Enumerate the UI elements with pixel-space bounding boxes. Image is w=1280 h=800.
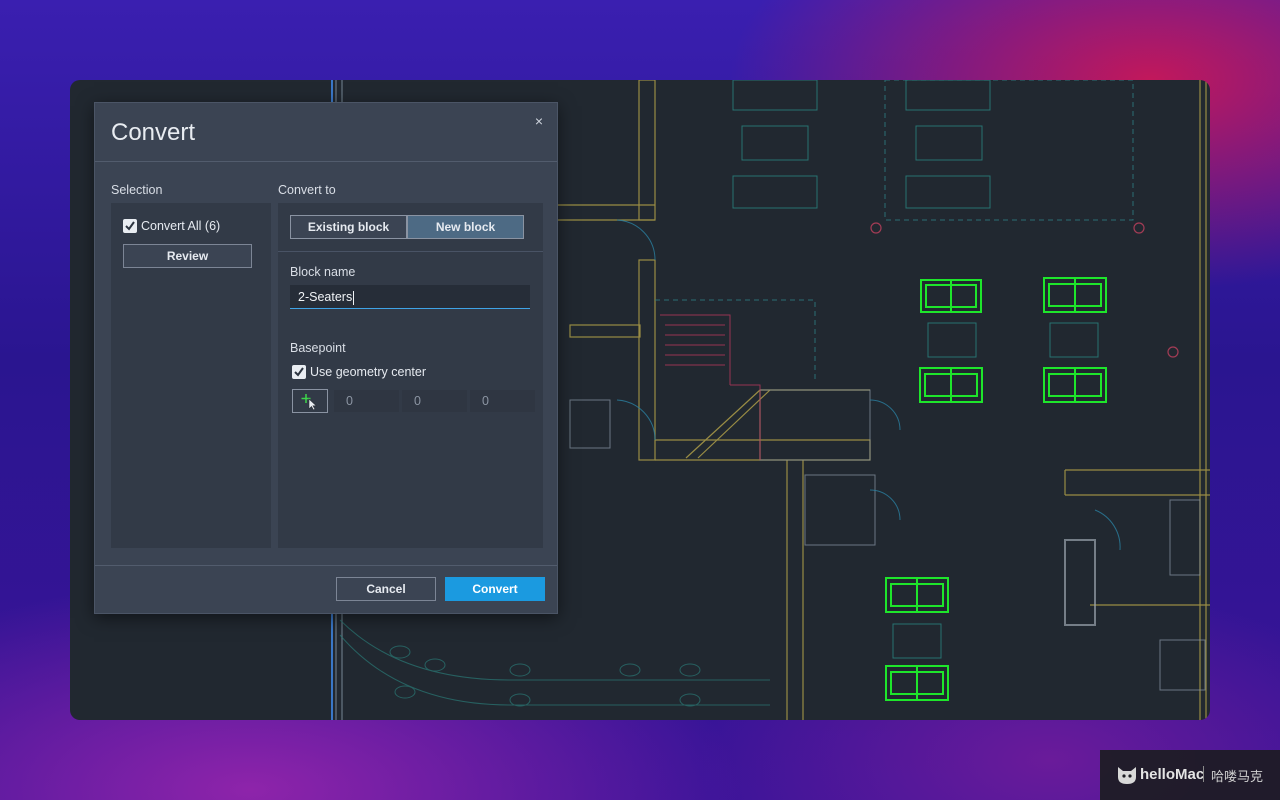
pick-point-icon [301, 394, 318, 411]
tab-new-block[interactable]: New block [407, 215, 524, 239]
convert-to-label: Convert to [278, 183, 336, 197]
convert-all-label: Convert All (6) [141, 218, 221, 233]
dialog-title: Convert [111, 119, 196, 146]
use-geometry-center-row[interactable]: Use geometry center [292, 363, 426, 381]
title-divider [95, 161, 557, 162]
block-name-value: 2-Seaters [298, 290, 353, 304]
pick-point-button[interactable] [292, 389, 328, 413]
basepoint-y-field[interactable]: 0 [402, 390, 467, 412]
watermark-chinese: 哈喽马克 [1211, 769, 1264, 784]
cancel-button[interactable]: Cancel [336, 577, 436, 601]
convert-dialog: Convert × Selection Convert to Convert A… [94, 102, 558, 614]
selection-label: Selection [111, 183, 163, 197]
selected-sofa [885, 577, 949, 613]
convert-all-row[interactable]: Convert All (6) [123, 217, 220, 235]
basepoint-label: Basepoint [290, 341, 346, 355]
use-geometry-center-checkbox[interactable] [292, 364, 306, 379]
block-name-label: Block name [290, 265, 356, 279]
close-icon[interactable]: × [531, 113, 547, 129]
convert-button[interactable]: Convert [445, 577, 545, 601]
watermark-brand: helloMac [1140, 766, 1205, 783]
tab-divider [278, 251, 543, 252]
checkmark-icon [294, 367, 304, 377]
cat-logo-icon [1118, 767, 1136, 784]
selected-sofa [919, 367, 983, 403]
convert-all-checkbox[interactable] [123, 218, 137, 233]
text-caret [353, 290, 355, 305]
basepoint-z-field[interactable]: 0 [470, 390, 535, 412]
block-name-input[interactable]: 2-Seaters [290, 285, 530, 309]
tab-existing-block[interactable]: Existing block [290, 215, 407, 239]
checkmark-icon [125, 221, 135, 231]
basepoint-x-field[interactable]: 0 [334, 390, 399, 412]
review-button[interactable]: Review [123, 244, 252, 268]
footer-divider [95, 565, 557, 566]
selected-sofa [1043, 367, 1107, 403]
selected-sofa [885, 665, 949, 701]
selection-panel: Convert All (6) Review [111, 203, 271, 548]
use-geometry-center-label: Use geometry center [310, 364, 427, 379]
selected-sofa [1043, 277, 1107, 313]
selected-sofa [920, 279, 982, 313]
hellomac-watermark: helloMac 哈喽马克 [1100, 750, 1280, 800]
watermark-separator [1203, 766, 1204, 782]
convert-to-panel: Existing block New block Block name 2-Se… [278, 203, 543, 548]
